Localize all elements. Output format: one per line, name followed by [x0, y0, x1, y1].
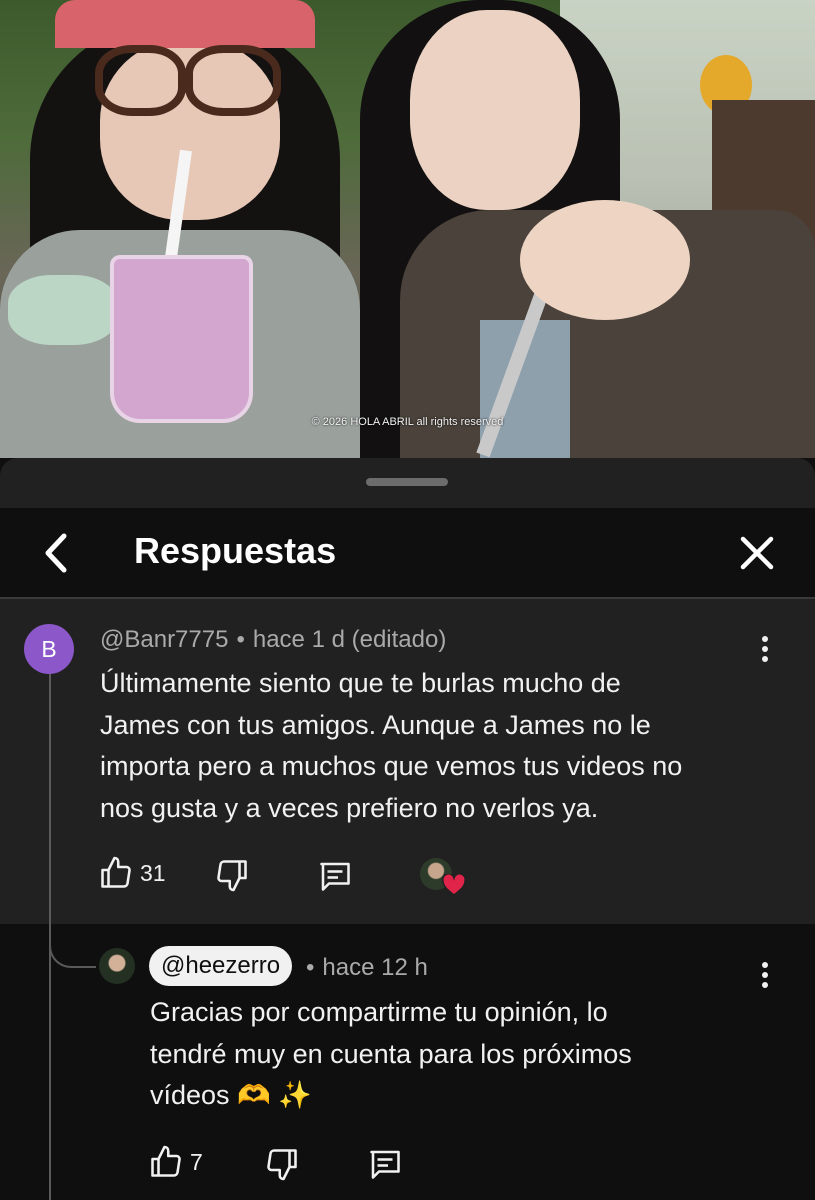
video-glasses-right: [185, 45, 281, 116]
comment-author[interactable]: @Banr7775: [100, 626, 228, 653]
comment-text: Últimamente siento que te burlas mucho d…: [100, 663, 682, 829]
like-count: 31: [140, 859, 166, 886]
drag-handle[interactable]: [366, 478, 448, 486]
more-vert-icon: [762, 962, 768, 968]
comment-text-line: Últimamente siento que te burlas mucho d…: [100, 668, 621, 698]
reply-dislike-button[interactable]: [264, 1146, 300, 1182]
comment-meta: @Banr7775 • hace 1 d (editado): [100, 626, 446, 654]
creator-heart-badge: [420, 858, 466, 898]
more-vert-icon: [762, 636, 768, 642]
video-glasses-left: [95, 45, 186, 116]
reply-text-line: tendré muy en cuenta para los próximos: [150, 1038, 632, 1069]
chevron-left-icon: [45, 533, 67, 573]
dislike-button[interactable]: [214, 857, 250, 893]
comment-more-button[interactable]: [750, 632, 780, 672]
sheet-header: Respuestas: [0, 508, 815, 597]
reply-more-button[interactable]: [750, 958, 780, 998]
meta-separator: •: [306, 954, 315, 981]
meta-separator: •: [236, 626, 245, 653]
video-drink-cup: [110, 255, 253, 423]
reply-like-count: 7: [190, 1148, 203, 1175]
thumb-up-icon: [101, 856, 131, 888]
avatar[interactable]: B: [24, 624, 74, 674]
reply-author-chip[interactable]: @heezerro: [149, 946, 293, 986]
thread-connector: [49, 918, 96, 968]
comment-icon: [370, 1150, 400, 1179]
reply-meta: • hace 12 h: [306, 954, 428, 982]
like-button[interactable]: 31: [98, 855, 166, 891]
more-vert-icon-dot: [762, 656, 768, 662]
thumb-down-icon: [217, 860, 247, 892]
reply-text-line: vídeos 🫶 ✨: [150, 1080, 312, 1110]
video-scrunchie: [8, 275, 118, 345]
video-watermark: © 2026 HOLA ABRIL all rights reserved: [311, 416, 504, 428]
video-person-right-hand: [520, 200, 690, 320]
thumb-up-icon: [151, 1145, 181, 1177]
comment-text-line: importa pero a muchos que vemos tus vide…: [100, 751, 683, 781]
close-icon: [740, 536, 774, 570]
comment-text-line: James con tus amigos. Aunque a James no …: [100, 709, 651, 740]
heart-icon: [442, 874, 466, 896]
video-person-left-cap: [55, 0, 315, 48]
sheet-title: Respuestas: [134, 530, 337, 571]
reply-text-line: Gracias por compartirme tu opinión, lo: [150, 997, 608, 1027]
more-vert-icon-dot: [762, 972, 768, 978]
replies-sheet: Respuestas B @Banr7775 • hace 1 d (editado…: [0, 458, 815, 1200]
back-button[interactable]: [38, 528, 78, 578]
comment-time: hace 1 d (editado): [252, 626, 447, 653]
thumb-down-icon: [267, 1149, 297, 1181]
close-button[interactable]: [734, 528, 780, 578]
reply-reply-button[interactable]: [366, 1146, 404, 1182]
reply-like-button[interactable]: 7: [148, 1144, 203, 1180]
reply-button[interactable]: [316, 858, 354, 894]
comment-icon: [320, 862, 350, 891]
video-player[interactable]: © 2026 HOLA ABRIL all rights reserved: [0, 0, 815, 458]
more-vert-icon-dot: [762, 646, 768, 652]
reply-avatar[interactable]: [99, 948, 135, 984]
reply-text: Gracias por compartirme tu opinión, lo t…: [150, 992, 632, 1117]
video-person-right-face: [410, 10, 580, 210]
more-vert-icon-dot: [762, 982, 768, 988]
comment-text-line: nos gusta y a veces prefiero no verlos y…: [100, 792, 599, 823]
reply-time: hace 12 h: [322, 954, 428, 981]
